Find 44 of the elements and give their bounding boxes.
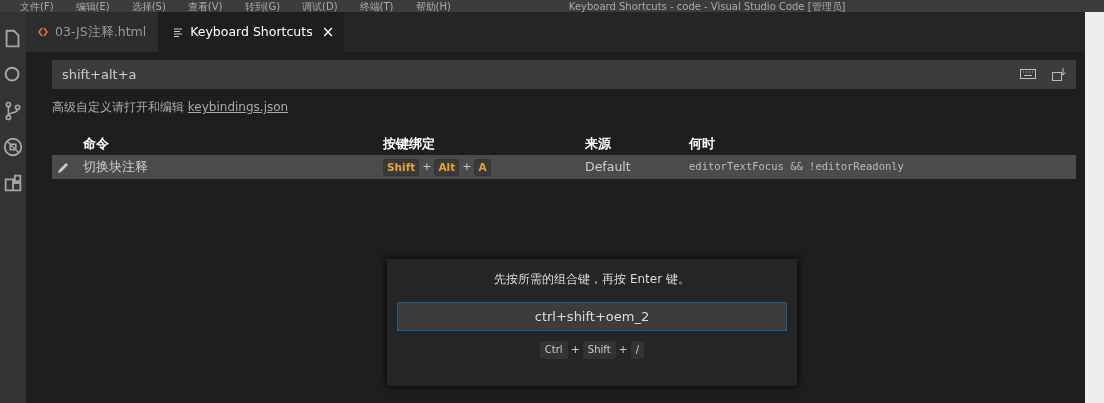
sort-icon[interactable] [1052,68,1066,81]
keybindings-link[interactable]: keybindings.json [187,100,289,114]
menu-item[interactable]: 转到(G) [244,1,281,12]
key-cap: / [630,341,645,359]
key-cap: A [474,158,491,176]
editor-tab[interactable]: 03-JS注释.html [26,12,159,52]
bug-icon[interactable] [2,136,24,158]
key-cap: Shift [383,158,420,176]
lines-icon [174,27,184,37]
plus-sign: + [618,341,628,358]
column-header: 何时 [689,134,716,153]
edit-icon[interactable] [57,160,70,174]
menu-item[interactable]: 查看(V) [187,1,223,12]
tab-label: 03-JS注释.html [55,22,147,41]
keybinding-input[interactable]: ctrl+shift+oem_2 [397,302,787,331]
search-field[interactable]: shift+alt+a [52,60,1076,89]
table-row[interactable]: 切换块注释 Shift + Alt + A Default editorTextFocus && !editorReadonly [52,155,1076,179]
column-header: 来源 [585,134,612,153]
when-cell-text: editorTextFocus && !editorReadonly [689,159,905,175]
keyboard-icon[interactable] [1020,69,1036,79]
key-cap: Ctrl [539,341,568,359]
menu-item[interactable]: 选择(S) [131,1,166,12]
hint-text: 高级自定义请打开和编辑 keybindings.json [52,99,290,116]
menu-item[interactable]: 调试(D) [302,1,338,12]
column-header: 命令 [83,134,110,153]
dialog-message: 先按所需的组合键，再按 Enter 键。 [494,271,690,288]
menu-item[interactable]: 帮助(H) [415,1,451,12]
code-icon [38,27,48,37]
plus-sign: + [422,158,432,175]
menu-item[interactable]: 编辑(E) [75,1,110,12]
plus-sign: + [462,158,472,175]
key-cap: Alt [434,158,460,176]
menu-item[interactable]: 终端(T) [359,1,394,12]
key-cap: Shift [582,341,616,359]
menu-item[interactable]: 文件(F) [20,1,54,12]
close-button[interactable]: × [319,24,337,40]
command-cell-text: 切换块注释 [83,157,149,176]
plus-sign: + [570,341,580,358]
editor-tab[interactable]: Keyboard Shortcuts × [158,12,345,52]
column-header: 按键绑定 [383,134,436,153]
window-title: Keyboard Shortcuts - code - Visual Studio Code [管理员] [568,1,846,12]
source-cell-text: Default [585,157,632,176]
tab-label: Keyboard Shortcuts [190,22,313,41]
extensions-icon[interactable] [2,172,24,194]
